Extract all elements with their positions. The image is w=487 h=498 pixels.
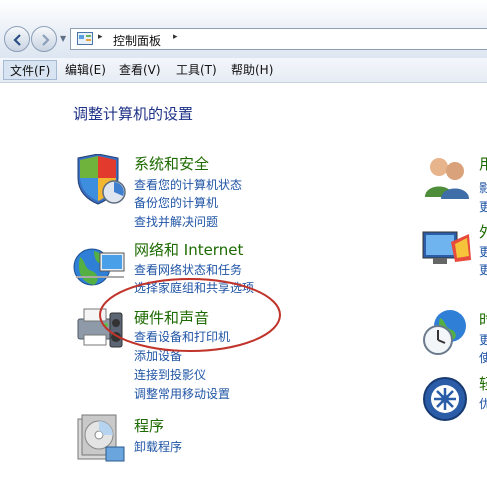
forward-arrow-icon	[42, 34, 50, 46]
address-separator[interactable]: ▸	[173, 32, 178, 42]
category-system-security[interactable]: 系统和安全	[134, 153, 209, 174]
category-appearance-partial[interactable]: 外	[479, 221, 487, 242]
forward-button[interactable]	[31, 26, 57, 52]
back-button[interactable]	[4, 26, 30, 52]
navigation-area: ▼ ▸ 控制面板 ▸	[0, 0, 487, 58]
control-panel-content: 调整计算机的设置 系统和安全 查看您的计算机状态 备份您的计算机 查找并解决问题…	[0, 83, 487, 498]
menu-bar: 文件(F) 编辑(E) 查看(V) 工具(T) 帮助(H)	[0, 58, 487, 83]
link-mobility-settings[interactable]: 调整常用移动设置	[134, 385, 230, 402]
link-connect-projector[interactable]: 连接到投影仪	[134, 366, 206, 383]
category-network-internet[interactable]: 网络和 Internet	[134, 239, 243, 260]
breadcrumb-control-panel[interactable]: 控制面板	[113, 32, 161, 49]
program-disc-icon	[77, 414, 125, 462]
category-clock-region-partial[interactable]: 时	[479, 309, 487, 330]
link-partial[interactable]: 更	[479, 198, 487, 215]
control-panel-icon	[77, 32, 93, 45]
link-view-computer-status[interactable]: 查看您的计算机状态	[134, 176, 242, 193]
back-arrow-icon	[13, 34, 21, 46]
link-partial[interactable]: 更	[479, 261, 487, 278]
menu-edit[interactable]: 编辑(E)	[59, 60, 112, 80]
menu-help[interactable]: 帮助(H)	[225, 60, 279, 80]
link-backup-computer[interactable]: 备份您的计算机	[134, 194, 218, 211]
display-icon	[422, 231, 471, 264]
menu-tools[interactable]: 工具(T)	[170, 60, 223, 80]
address-bar[interactable]: ▸ 控制面板 ▸	[70, 28, 487, 50]
recent-pages-chevron-icon[interactable]: ▼	[60, 34, 66, 43]
category-user-accounts-partial[interactable]: 用	[479, 153, 487, 174]
clock-globe-icon	[423, 310, 466, 355]
shield-icon	[77, 154, 126, 205]
link-partial[interactable]: 优	[479, 395, 487, 412]
link-uninstall-program[interactable]: 卸载程序	[134, 438, 182, 455]
category-programs[interactable]: 程序	[134, 415, 164, 436]
link-partial[interactable]: 更	[479, 331, 487, 348]
users-icon	[425, 158, 469, 199]
category-ease-of-access-partial[interactable]: 轻	[479, 373, 487, 394]
link-partial[interactable]: 使	[479, 349, 487, 366]
menu-view[interactable]: 查看(V)	[113, 60, 167, 80]
page-title: 调整计算机的设置	[73, 105, 194, 123]
link-partial[interactable]: 更	[479, 243, 487, 260]
ease-of-access-icon	[423, 377, 467, 421]
annotation-circle	[99, 278, 281, 352]
link-troubleshoot[interactable]: 查找并解决问题	[134, 213, 218, 230]
menu-file[interactable]: 文件(F)	[3, 60, 58, 80]
link-partial[interactable]: 影	[479, 179, 487, 196]
address-separator[interactable]: ▸	[98, 32, 103, 42]
